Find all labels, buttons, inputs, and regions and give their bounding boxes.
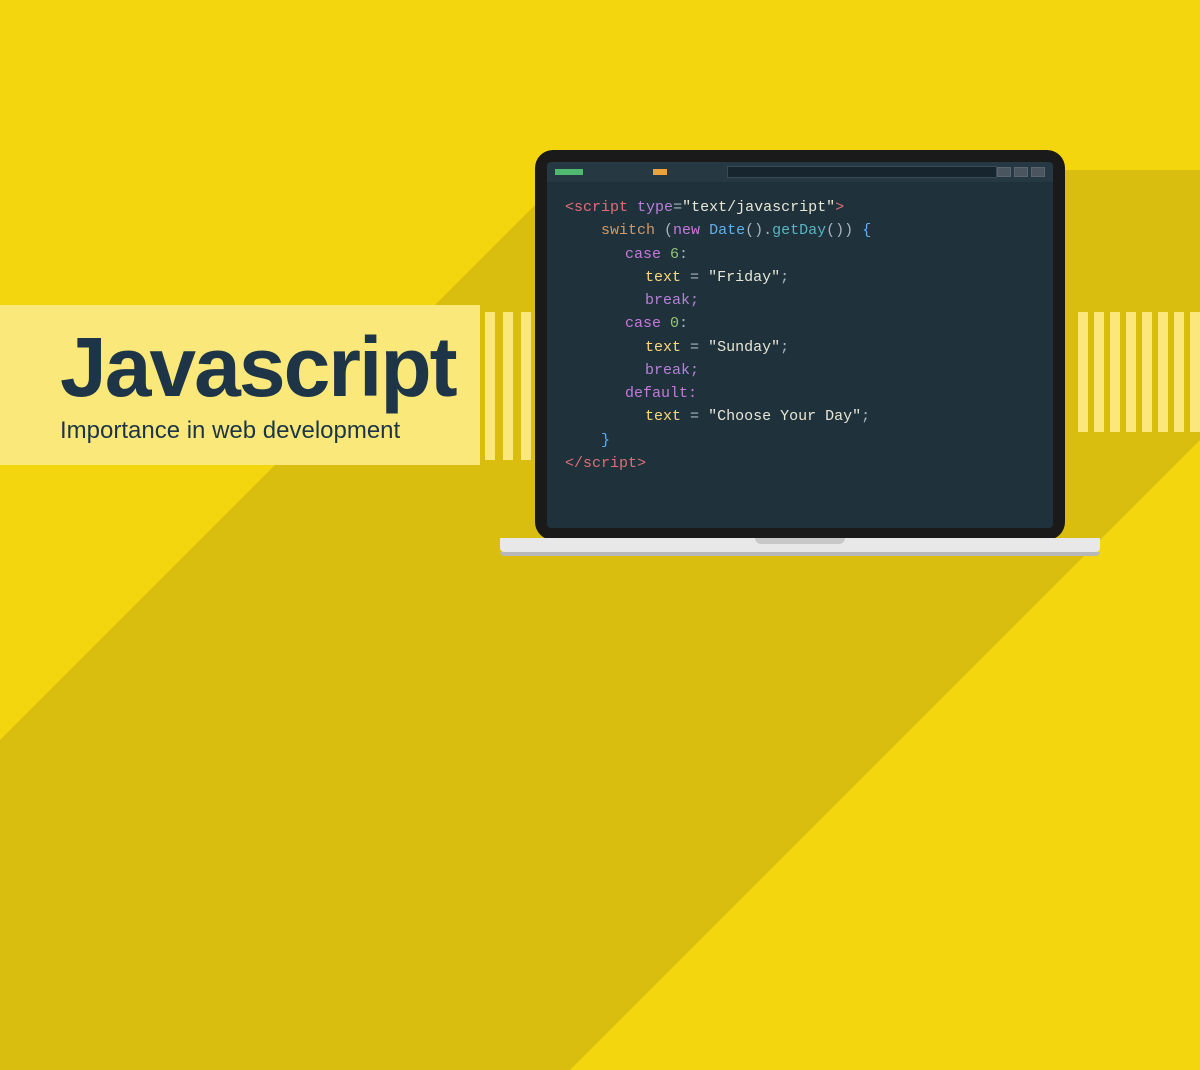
code-line: break; (565, 289, 1035, 312)
code-line: } (565, 429, 1035, 452)
close-icon (1031, 167, 1045, 177)
titlebar-accent-orange (653, 169, 667, 175)
code-line: <script type="text/javascript"> (565, 196, 1035, 219)
decorative-stripes-left (485, 312, 531, 460)
subtitle: Importance in web development (60, 417, 480, 445)
decorative-stripes-right (1078, 312, 1200, 432)
minimize-icon (997, 167, 1011, 177)
code-line: case 0: (565, 312, 1035, 335)
window-controls (997, 167, 1045, 177)
code-block: <script type="text/javascript"> switch (… (547, 182, 1053, 489)
text-banner: Javascript Importance in web development (0, 305, 480, 465)
address-bar (727, 166, 997, 178)
laptop-screen-frame: <script type="text/javascript"> switch (… (535, 150, 1065, 540)
laptop-illustration: <script type="text/javascript"> switch (… (535, 150, 1065, 552)
window-titlebar (547, 162, 1053, 182)
code-line: break; (565, 359, 1035, 382)
titlebar-accent-green (555, 169, 583, 175)
code-line: case 6: (565, 243, 1035, 266)
code-line: text = "Friday"; (565, 266, 1035, 289)
code-line: default: (565, 382, 1035, 405)
code-line: </script> (565, 452, 1035, 475)
maximize-icon (1014, 167, 1028, 177)
code-line: text = "Choose Your Day"; (565, 405, 1035, 428)
laptop-base (500, 538, 1100, 552)
laptop-screen: <script type="text/javascript"> switch (… (547, 162, 1053, 528)
code-line: switch (new Date().getDay()) { (565, 219, 1035, 242)
main-title: Javascript (60, 325, 480, 409)
code-line: text = "Sunday"; (565, 336, 1035, 359)
